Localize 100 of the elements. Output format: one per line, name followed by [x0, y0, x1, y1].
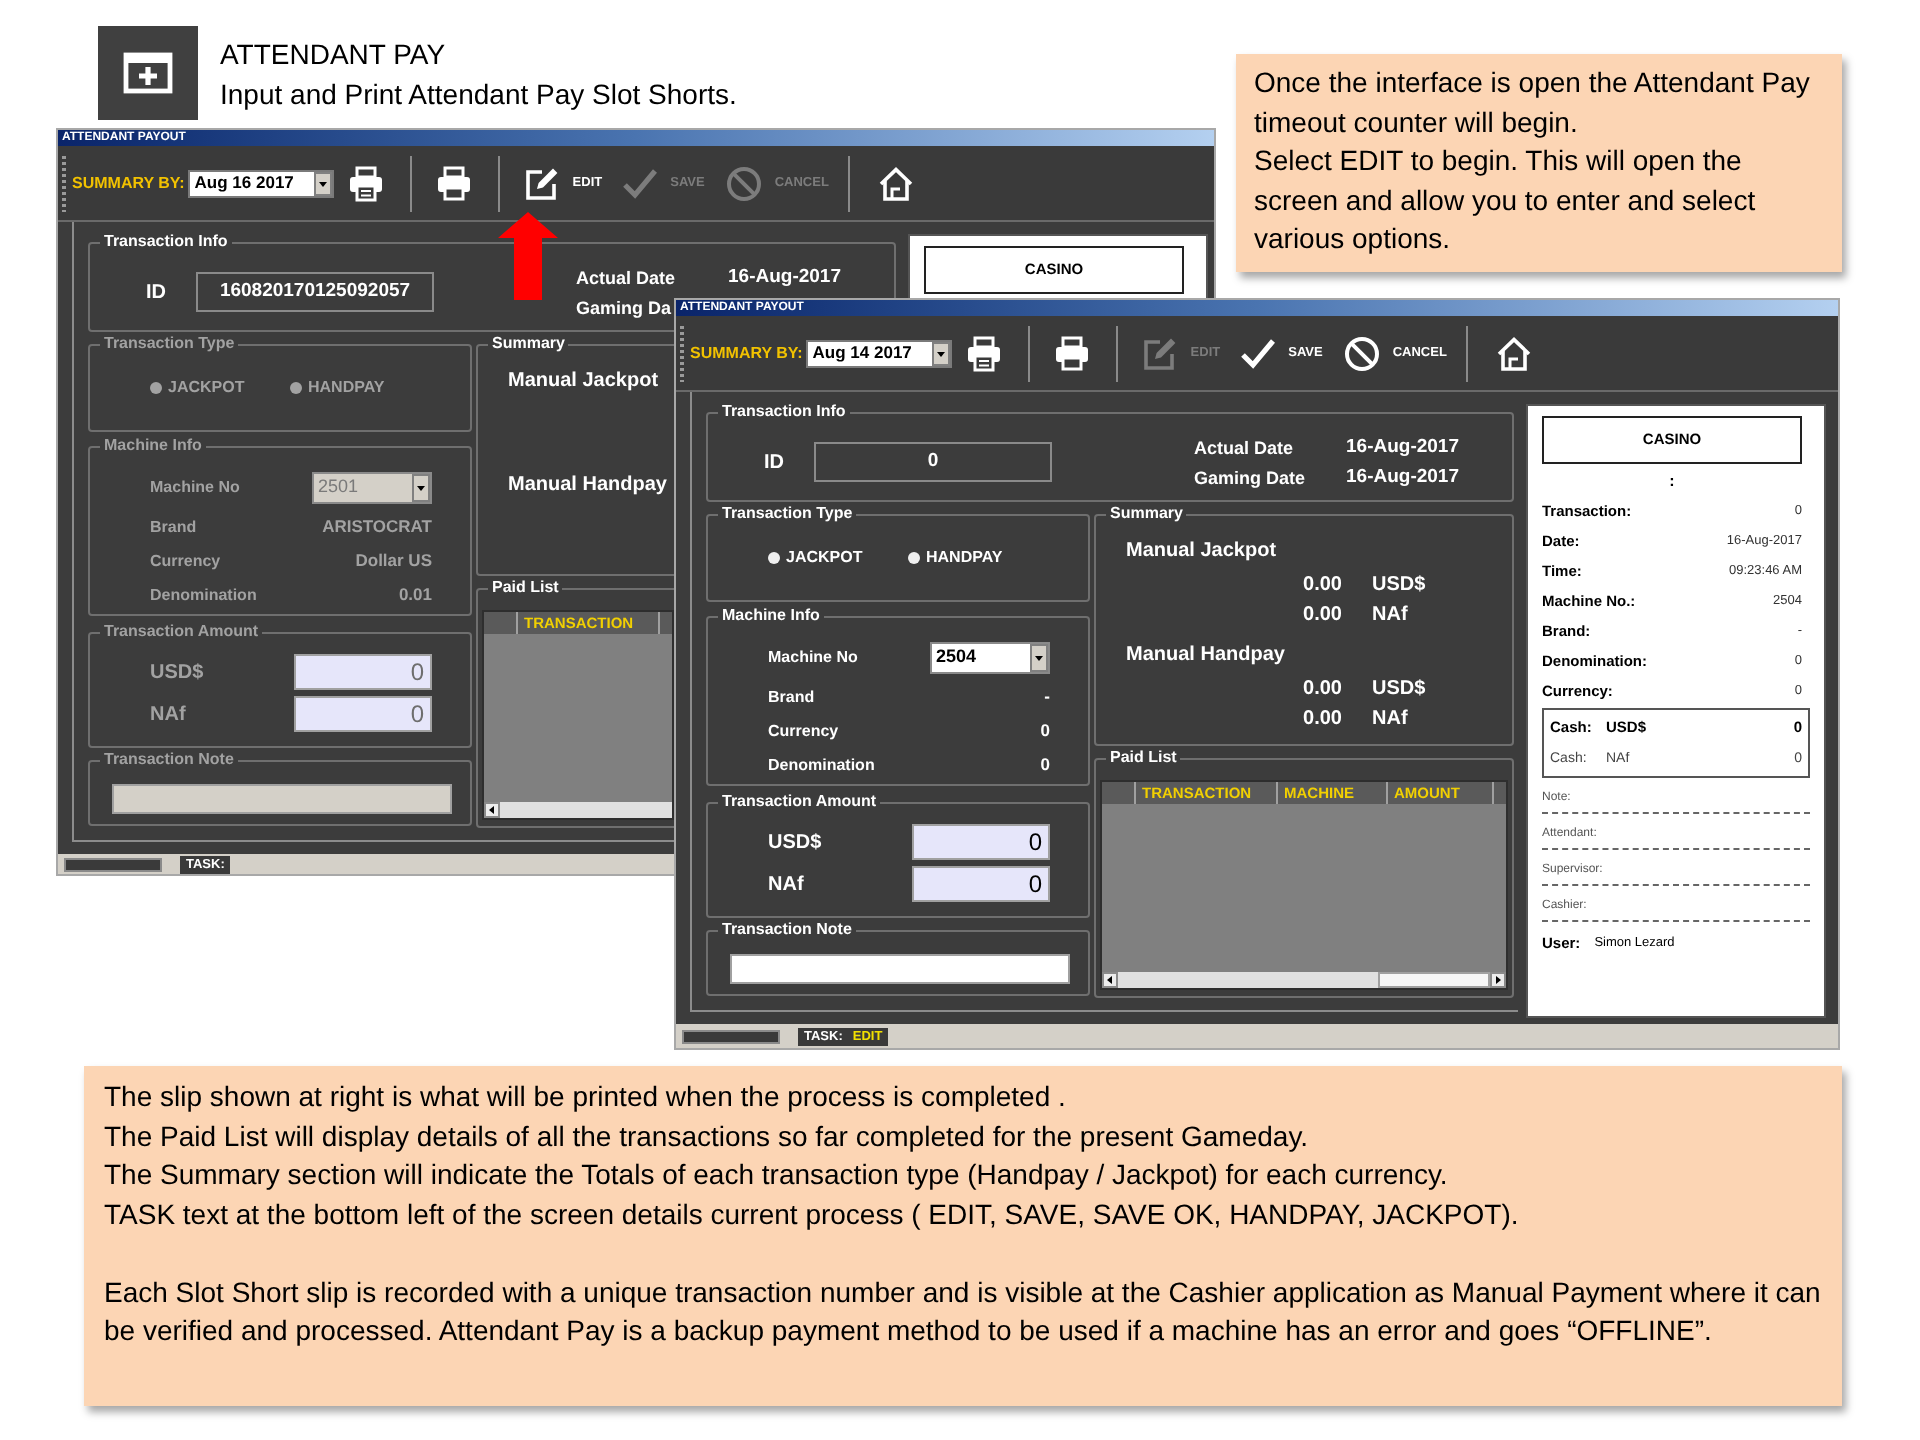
field-label: ID: [146, 279, 168, 307]
printer-document-icon: [348, 165, 385, 201]
id-field[interactable]: 0: [814, 442, 1052, 482]
home-button[interactable]: [1496, 335, 1533, 371]
status-field: [682, 1029, 780, 1043]
field-label: Denomination: [150, 583, 257, 607]
field-label: Currency: [768, 719, 839, 743]
panel-title: Machine Info: [102, 436, 204, 456]
summary-label: SUMMARY BY:: [690, 341, 803, 365]
date-value: 16-Aug-2017: [1346, 464, 1459, 493]
panel-title: Transaction Note: [102, 750, 236, 770]
plus-box-icon: [98, 26, 198, 120]
home-button[interactable]: [878, 165, 915, 201]
edit-icon: [1142, 335, 1179, 371]
panel-title: Transaction Type: [102, 334, 237, 354]
radio-button[interactable]: [768, 552, 780, 564]
currency-label: NAf: [1372, 706, 1408, 734]
scroll-thumb[interactable]: [1378, 972, 1490, 988]
explanation-text: The slip shown at right is what will be printed when the process is completed .: [104, 1078, 1066, 1116]
field-value: ARISTOCRAT: [322, 514, 432, 540]
id-field[interactable]: 160820170125092057: [196, 272, 434, 312]
printer-icon: [436, 165, 473, 201]
field-label: Brand: [768, 685, 815, 709]
radio-label: HANDPAY: [308, 376, 385, 400]
status-field: [64, 857, 162, 871]
caret-icon: [932, 341, 951, 365]
field-label: NAf: [768, 871, 804, 899]
horizontal-scrollbar[interactable]: [484, 802, 672, 818]
check-icon: [1240, 335, 1277, 371]
panel-title: Paid List: [1108, 748, 1179, 768]
field-label: Currency: [150, 549, 221, 573]
print-button[interactable]: [348, 165, 385, 201]
date-label: Gaming Date: [1194, 465, 1306, 492]
date-label: Gaming Da: [576, 295, 672, 322]
explanation-text: The Summary section will indicate the Totals of each transaction type (Handpay / Jackpot) for each currency.: [104, 1156, 1448, 1194]
horizontal-scrollbar[interactable]: [1102, 972, 1506, 988]
date-value: 16-Aug-2017: [728, 264, 841, 293]
amount-value: 0.00: [1303, 572, 1342, 600]
date-label: Actual Date: [1194, 435, 1294, 462]
note-text: Select EDIT to begin. This will open the screen and allow you to enter and select various options.: [1254, 142, 1758, 258]
date-dropdown[interactable]: Aug 16 2017: [188, 169, 335, 197]
field-label: Brand: [150, 515, 197, 539]
note-input[interactable]: [730, 954, 1070, 984]
cancel-icon: [1344, 335, 1381, 371]
field-label: NAf: [150, 701, 186, 729]
explanation-text: TASK text at the bottom left of the screen details current process ( EDIT, SAVE, SAVE OK, HANDPAY, JACKPOT).: [104, 1195, 1519, 1234]
explanation-text: Each Slot Short slip is recorded with a unique transaction number and is visible at the Cashier application as Manual Payment where it can be verified and processed. Attendant Pay is a backup payment method to be used if a machine has an error and goes “OFFLINE”.: [104, 1273, 1822, 1350]
field-value: -: [1044, 684, 1050, 710]
field-label: Machine No: [150, 476, 240, 500]
printer-document-icon: [966, 335, 1003, 371]
currency-label: USD$: [1372, 572, 1426, 600]
machine-dropdown[interactable]: 2504: [930, 642, 1050, 674]
radio-label: JACKPOT: [786, 546, 863, 570]
date-dropdown[interactable]: Aug 14 2017: [806, 339, 953, 367]
amount-input[interactable]: 0: [912, 824, 1050, 860]
print-button[interactable]: [966, 335, 1003, 371]
print-button[interactable]: [1054, 335, 1091, 371]
page-subtitle: Input and Print Attendant Pay Slot Shorts.: [220, 75, 737, 113]
field-label: ID: [764, 449, 786, 477]
radio-label: HANDPAY: [926, 546, 1003, 570]
home-icon: [878, 165, 915, 201]
panel-title: Transaction Amount: [102, 622, 261, 642]
field-value: 0: [1040, 752, 1050, 778]
panel-title: Transaction Info: [102, 232, 230, 252]
caret-icon: [1030, 644, 1048, 672]
home-icon: [1496, 335, 1533, 371]
amount-value: 0.00: [1303, 602, 1342, 630]
summary-label: Manual Jackpot: [1126, 540, 1277, 564]
amount-value: 0.00: [1303, 706, 1342, 734]
field-value: 0.01: [398, 582, 432, 608]
edit-icon: [524, 165, 561, 201]
note-text: Once the interface is open the Attendant Pay timeout counter will begin.: [1254, 64, 1812, 142]
currency-label: USD$: [1372, 676, 1426, 704]
currency-label: NAf: [1372, 602, 1408, 630]
cancel-icon: [726, 165, 763, 201]
scroll-left-icon[interactable]: [484, 802, 500, 818]
field-value: 0: [1040, 718, 1050, 744]
callout-arrow: [498, 212, 558, 300]
scroll-right-icon[interactable]: [1490, 972, 1506, 988]
radio-button[interactable]: [908, 552, 920, 564]
print-button[interactable]: [436, 165, 473, 201]
scroll-left-icon[interactable]: [1102, 972, 1118, 988]
summary-label: Manual Handpay: [508, 474, 667, 498]
field-label: USD$: [768, 829, 822, 857]
amount-value: 0.00: [1303, 676, 1342, 704]
panel-title: Transaction Amount: [720, 792, 879, 812]
summary-label: Manual Jackpot: [508, 370, 659, 394]
explanation-text: The Paid List will display details of all the transactions so far completed for the present Gameday.: [104, 1117, 1309, 1156]
summary-label: SUMMARY BY:: [72, 171, 185, 195]
panel-title: Summary: [490, 334, 567, 354]
amount-input[interactable]: 0: [912, 866, 1050, 902]
summary-label: Manual Handpay: [1126, 644, 1285, 668]
field-value: Dollar US: [355, 548, 432, 574]
radio-label: JACKPOT: [168, 376, 245, 400]
caret-icon: [314, 171, 333, 195]
check-icon: [622, 165, 659, 201]
panel-title: Machine Info: [720, 606, 822, 626]
panel-title: Summary: [1108, 504, 1185, 524]
panel-title: Transaction Info: [720, 402, 848, 422]
panel-title: Transaction Type: [720, 504, 855, 524]
